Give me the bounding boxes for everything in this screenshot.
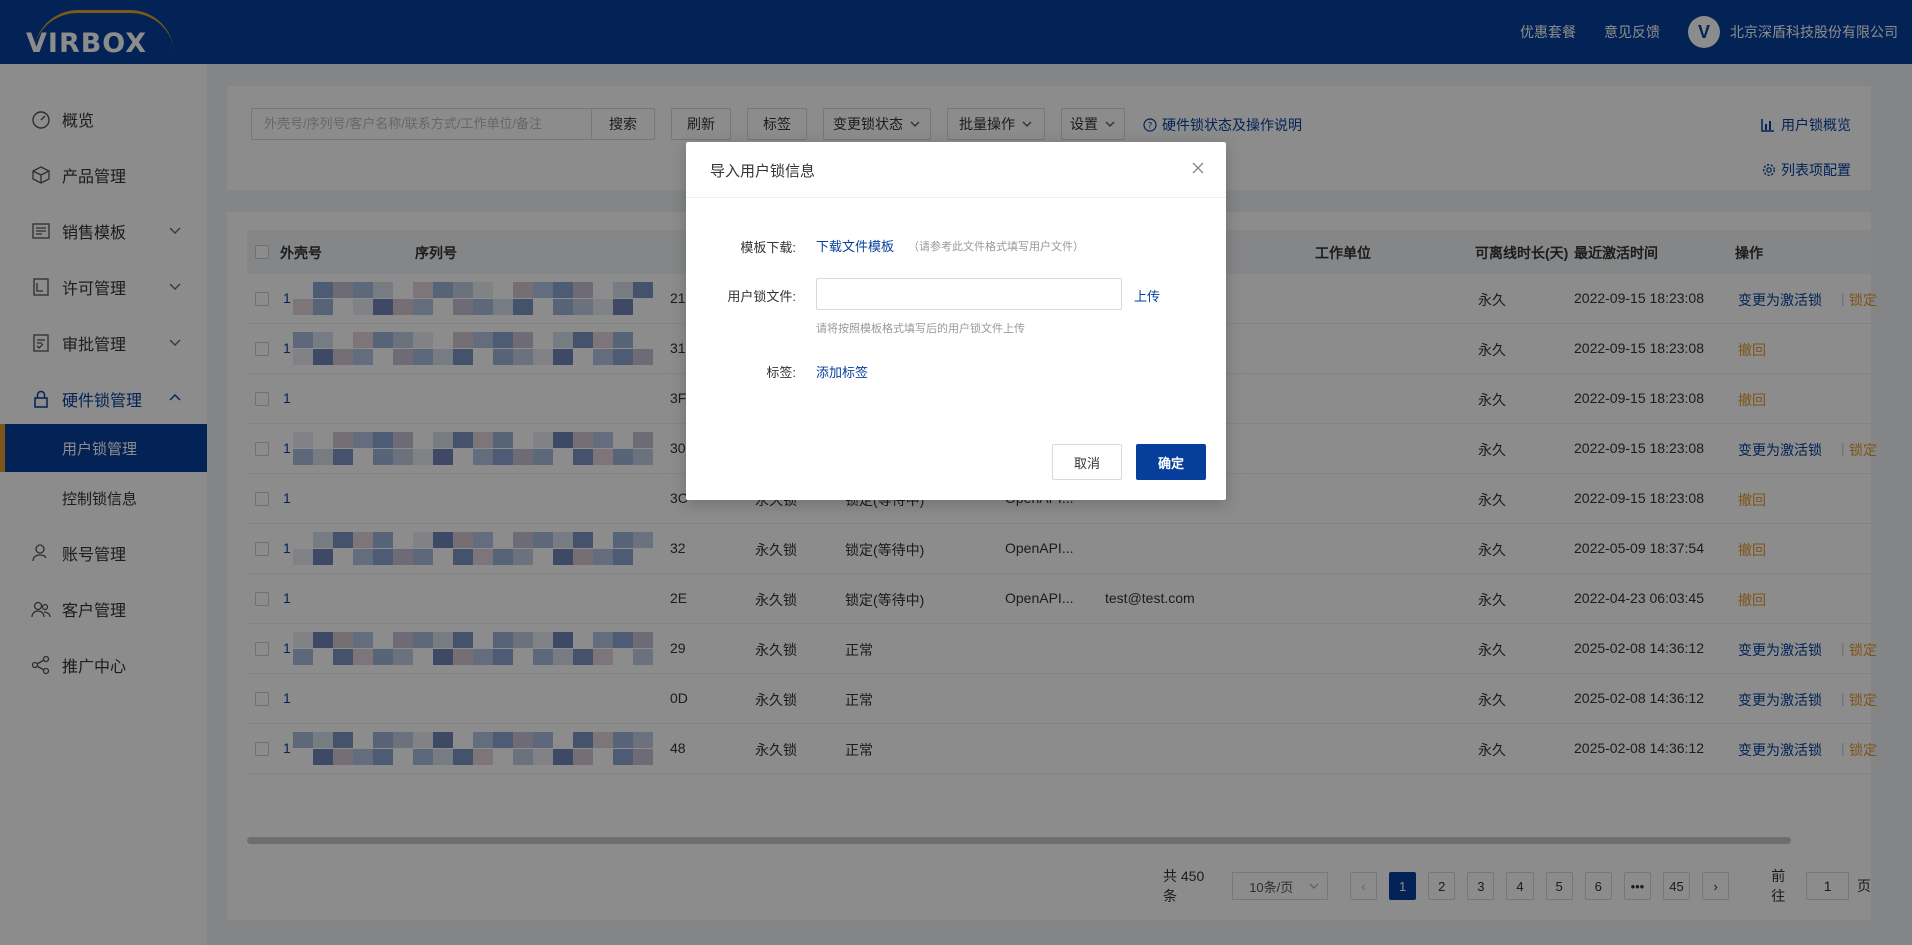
dialog-header: 导入用户锁信息 <box>686 142 1226 198</box>
download-template-link[interactable]: 下载文件模板 <box>816 236 894 255</box>
add-tag-link[interactable]: 添加标签 <box>816 362 868 381</box>
tag-label: 标签: <box>766 365 796 380</box>
confirm-button[interactable]: 确定 <box>1136 444 1206 480</box>
cancel-button[interactable]: 取消 <box>1052 444 1122 480</box>
import-user-lock-dialog: 导入用户锁信息 模板下载: 下载文件模板 （请参考此文件格式填写用户文件） 用户… <box>686 142 1226 500</box>
file-label: 用户锁文件: <box>727 289 796 304</box>
user-lock-file-input[interactable] <box>816 278 1122 310</box>
template-label: 模板下载: <box>740 240 796 255</box>
file-hint: 请将按照模板格式填写后的用户锁文件上传 <box>816 323 1025 335</box>
template-hint: （请参考此文件格式填写用户文件） <box>908 241 1084 253</box>
close-icon[interactable] <box>1190 160 1206 176</box>
upload-link[interactable]: 上传 <box>1134 286 1160 305</box>
dialog-title: 导入用户锁信息 <box>710 163 816 180</box>
